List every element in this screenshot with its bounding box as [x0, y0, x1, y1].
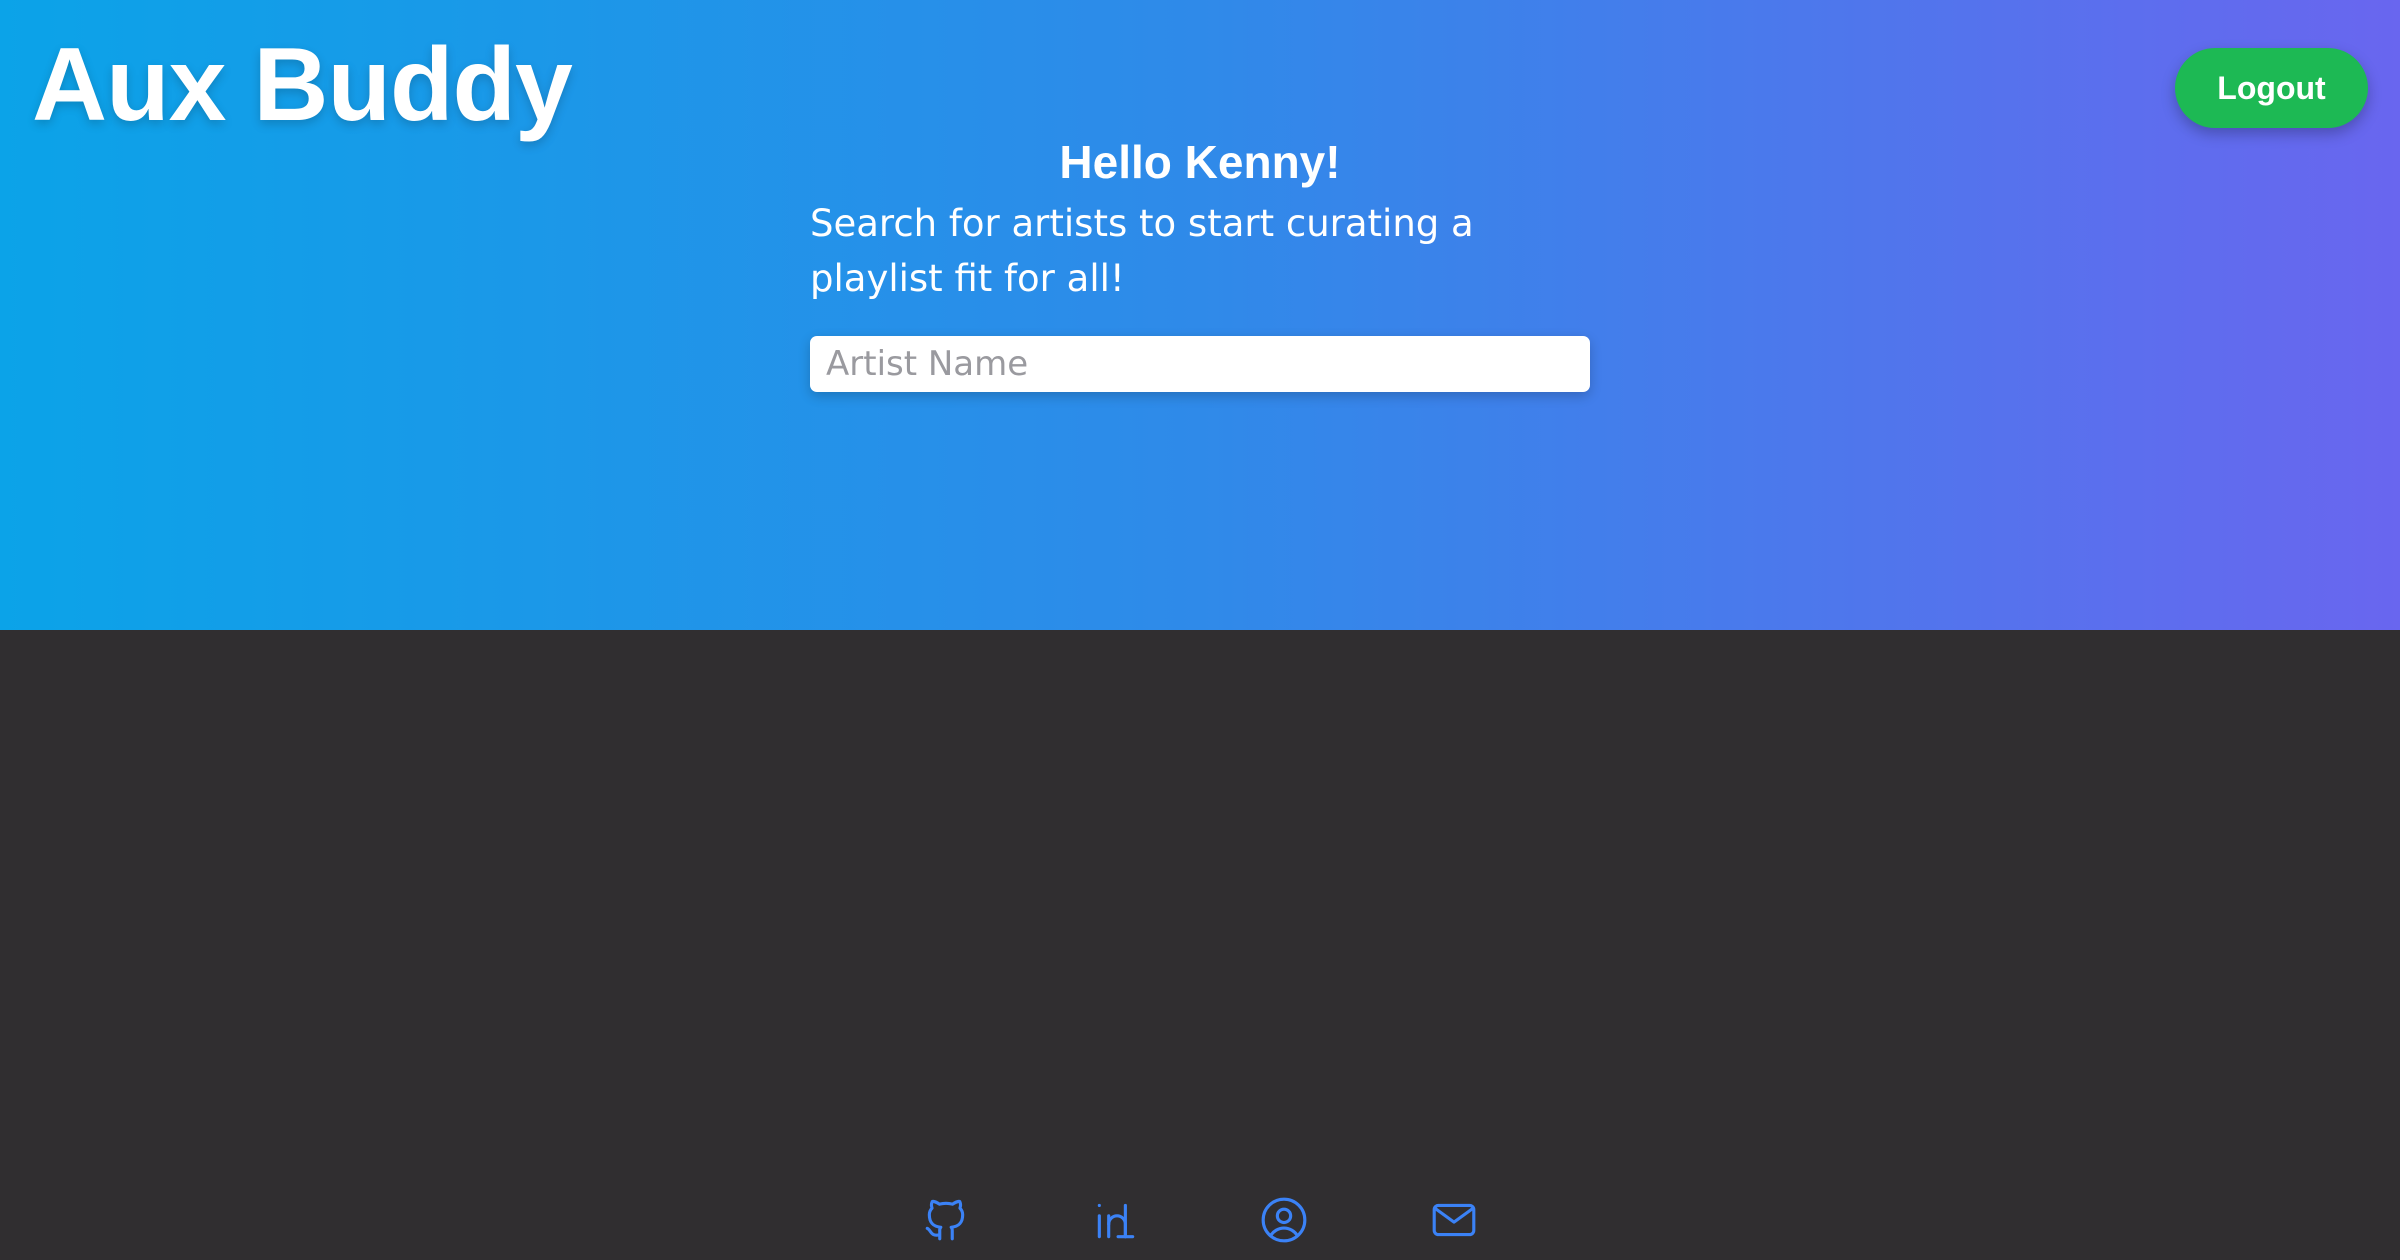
- page: Aux Buddy Logout Hello Kenny! Search for…: [0, 0, 2400, 1260]
- github-icon: [925, 1199, 965, 1241]
- profile-link[interactable]: [1254, 1190, 1314, 1250]
- logout-button[interactable]: Logout: [2175, 48, 2368, 128]
- linkedin-icon: [1097, 1203, 1135, 1239]
- greeting-heading: Hello Kenny!: [1059, 136, 1341, 188]
- user-circle-icon: [1261, 1197, 1307, 1243]
- hero-section: Aux Buddy Logout Hello Kenny! Search for…: [0, 0, 2400, 630]
- footer-links: [0, 1190, 2400, 1250]
- search-instructions: Search for artists to start curating a p…: [810, 202, 1474, 300]
- artist-search-input[interactable]: [810, 336, 1590, 392]
- search-panel: Hello Kenny! Search for artists to start…: [810, 130, 1590, 392]
- linkedin-link[interactable]: [1086, 1190, 1146, 1250]
- email-link[interactable]: [1424, 1190, 1484, 1250]
- app-title: Aux Buddy: [32, 27, 573, 143]
- mail-icon: [1432, 1203, 1476, 1237]
- github-link[interactable]: [916, 1190, 976, 1250]
